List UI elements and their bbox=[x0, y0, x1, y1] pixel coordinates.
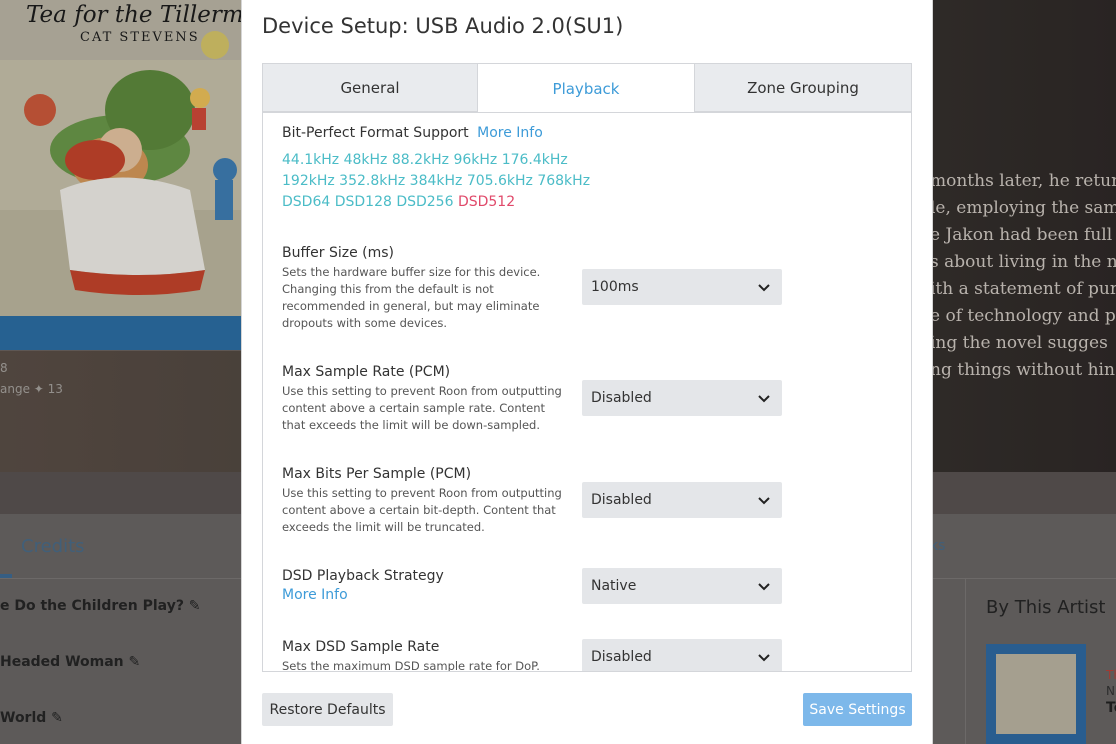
select-value: Disabled bbox=[591, 492, 652, 508]
restore-defaults-button[interactable]: Restore Defaults bbox=[262, 693, 393, 726]
supported-rates: 44.1kHz 48kHz 88.2kHz 96kHz 176.4kHz 192… bbox=[282, 150, 590, 213]
dialog-title: Device Setup: USB Audio 2.0(SU1) bbox=[262, 14, 624, 38]
select-value: Disabled bbox=[591, 390, 652, 406]
rates-line: 44.1kHz 48kHz 88.2kHz 96kHz 176.4kHz bbox=[282, 152, 568, 168]
dialog-tabs: General Playback Zone Grouping bbox=[262, 63, 912, 113]
setting-label: Max Sample Rate (PCM) bbox=[282, 364, 451, 380]
rates-line: DSD64 DSD128 DSD256 DSD512 bbox=[282, 192, 590, 213]
dsd-rates: DSD64 DSD128 DSD256 bbox=[282, 194, 454, 210]
setting-description: Sets the maximum DSD sample rate for DoP… bbox=[282, 659, 540, 672]
setting-max-dsd-rate: Max DSD Sample Rate Sets the maximum DSD… bbox=[282, 639, 892, 672]
playback-settings-panel[interactable]: Bit-Perfect Format Support More Info 44.… bbox=[262, 112, 912, 672]
select-value: Native bbox=[591, 578, 637, 594]
tab-zone-grouping[interactable]: Zone Grouping bbox=[694, 63, 912, 112]
rates-line: 192kHz 352.8kHz 384kHz 705.6kHz 768kHz bbox=[282, 173, 591, 189]
setting-max-bits: Max Bits Per Sample (PCM) Use this setti… bbox=[282, 466, 892, 536]
tab-general[interactable]: General bbox=[262, 63, 477, 112]
max-bits-select[interactable]: Disabled bbox=[582, 482, 782, 518]
chevron-down-icon bbox=[758, 497, 770, 505]
dsd-strategy-select[interactable]: Native bbox=[582, 568, 782, 604]
select-value: 100ms bbox=[591, 279, 639, 295]
setting-dsd-strategy: DSD Playback Strategy More Info Native bbox=[282, 568, 892, 604]
max-dsd-rate-select[interactable]: Disabled bbox=[582, 639, 782, 671]
device-setup-dialog: Device Setup: USB Audio 2.0(SU1) General… bbox=[241, 0, 933, 744]
chevron-down-icon bbox=[758, 654, 770, 662]
setting-buffer-size: Buffer Size (ms) Sets the hardware buffe… bbox=[282, 245, 892, 332]
setting-description: Use this setting to prevent Roon from ou… bbox=[282, 384, 562, 432]
setting-description: Use this setting to prevent Roon from ou… bbox=[282, 486, 562, 534]
max-sample-rate-select[interactable]: Disabled bbox=[582, 380, 782, 416]
chevron-down-icon bbox=[758, 395, 770, 403]
setting-label: Buffer Size (ms) bbox=[282, 245, 394, 261]
setting-label: Max Bits Per Sample (PCM) bbox=[282, 466, 472, 482]
select-value: Disabled bbox=[591, 649, 652, 665]
bitperfect-label: Bit-Perfect Format Support bbox=[282, 125, 469, 141]
setting-description: Sets the hardware buffer size for this d… bbox=[282, 265, 541, 330]
save-settings-button[interactable]: Save Settings bbox=[803, 693, 912, 726]
chevron-down-icon bbox=[758, 284, 770, 292]
setting-max-sample-rate: Max Sample Rate (PCM) Use this setting t… bbox=[282, 364, 892, 434]
chevron-down-icon bbox=[758, 583, 770, 591]
bitperfect-more-info-link[interactable]: More Info bbox=[477, 125, 543, 141]
unsupported-rate: DSD512 bbox=[457, 194, 516, 210]
bitperfect-header: Bit-Perfect Format Support More Info bbox=[282, 125, 543, 141]
tab-playback[interactable]: Playback bbox=[477, 63, 694, 113]
buffer-size-select[interactable]: 100ms bbox=[582, 269, 782, 305]
